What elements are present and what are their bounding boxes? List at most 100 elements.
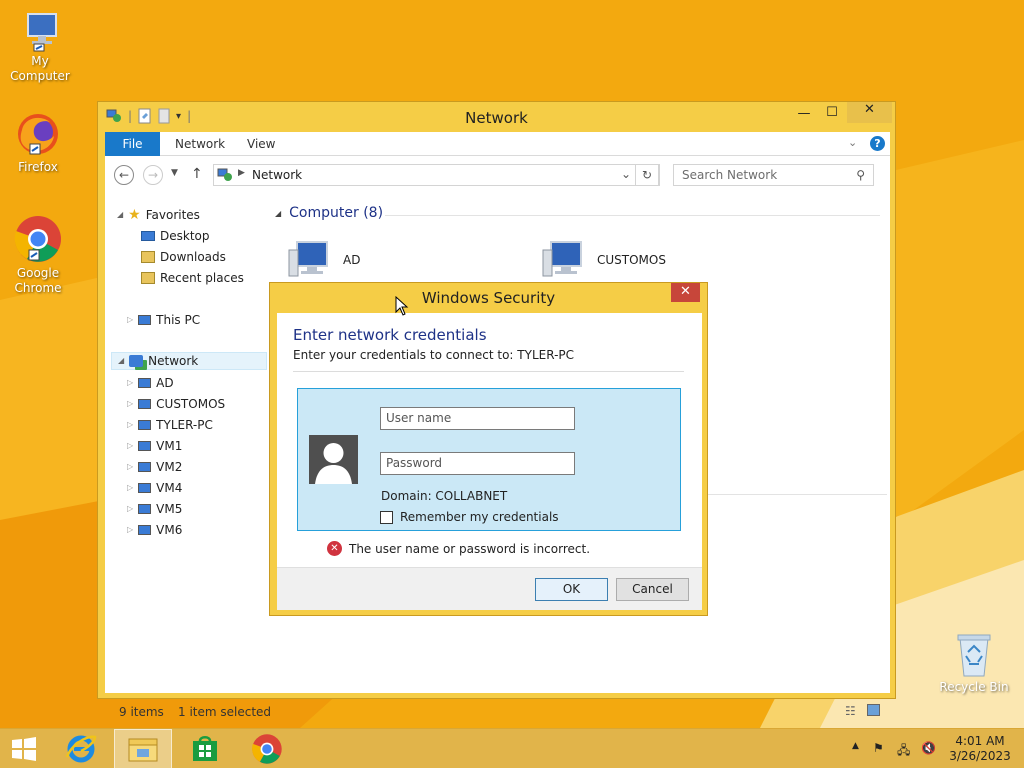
expand-arrow-icon[interactable]: ◢	[117, 206, 123, 224]
show-hidden-icons-icon[interactable]: ▲	[852, 741, 859, 751]
forward-button[interactable]: →	[143, 165, 163, 185]
nav-network[interactable]: ◢ Network	[111, 352, 267, 370]
expand-arrow-icon[interactable]: ▷	[127, 437, 133, 455]
dialog-close-button[interactable]: ✕	[671, 283, 700, 302]
refresh-button[interactable]: ↻	[635, 164, 659, 186]
expand-arrow-icon[interactable]: ▷	[127, 311, 133, 329]
address-dropdown-icon[interactable]: ⌄	[621, 167, 631, 181]
expand-arrow-icon[interactable]: ▷	[127, 521, 133, 539]
collapse-arrow-icon[interactable]: ◢	[275, 209, 281, 218]
breadcrumb-separator-icon: ▶	[238, 168, 245, 178]
ribbon-expand-icon[interactable]: ⌄	[848, 136, 857, 149]
address-row: ← → ▼ ↑ ▶ Network ⌄ ↻ Search Network ⚲	[105, 156, 890, 194]
nav-computer[interactable]: ▷ TYLER-PC	[127, 416, 213, 434]
star-icon: ★	[128, 207, 141, 223]
expand-arrow-icon[interactable]: ▷	[127, 395, 133, 413]
taskbar-chrome[interactable]	[238, 729, 296, 768]
tab-view[interactable]: View	[247, 132, 275, 156]
taskbar-internet-explorer[interactable]	[52, 729, 110, 768]
action-center-flag-icon[interactable]: ⚑	[873, 741, 884, 755]
nav-label: AD	[156, 376, 174, 390]
nav-downloads[interactable]: Downloads	[141, 248, 226, 266]
breadcrumb[interactable]: Network	[252, 168, 302, 182]
error-text: The user name or password is incorrect.	[349, 541, 591, 556]
help-icon[interactable]: ?	[870, 136, 885, 151]
search-input[interactable]: Search Network ⚲	[673, 164, 874, 186]
nav-label: VM6	[156, 523, 183, 537]
content-item[interactable]: AD	[287, 240, 360, 280]
nav-label: Network	[148, 354, 199, 368]
store-icon	[193, 736, 217, 761]
taskbar-store[interactable]	[176, 729, 234, 768]
recycle-bin-icon	[957, 634, 991, 677]
desktop-icon-label: Recycle Bin	[939, 680, 1009, 694]
firefox-icon	[18, 114, 58, 155]
expand-arrow-icon[interactable]: ◢	[118, 352, 124, 370]
cancel-button[interactable]: Cancel	[616, 578, 689, 601]
nav-desktop[interactable]: Desktop	[141, 227, 210, 245]
clock-date: 3/26/2023	[949, 749, 1011, 763]
nav-label: Desktop	[160, 229, 210, 243]
remember-credentials[interactable]: Remember my credentials	[380, 510, 559, 524]
desktop-icon-chrome[interactable]: Google Chrome	[0, 214, 78, 296]
recent-locations-icon[interactable]: ▼	[171, 168, 178, 178]
desktop-icon-recycle-bin[interactable]: Recycle Bin	[934, 632, 1014, 695]
nav-label: This PC	[156, 313, 201, 327]
tab-file[interactable]: File	[105, 132, 160, 156]
dialog-heading: Enter network credentials	[293, 326, 487, 344]
expand-arrow-icon[interactable]: ▷	[127, 479, 133, 497]
computer-icon	[138, 441, 152, 451]
expand-arrow-icon[interactable]: ▷	[127, 458, 133, 476]
nav-label: CUSTOMOS	[156, 397, 226, 411]
nav-computer[interactable]: ▷ VM2	[127, 458, 182, 476]
nav-label: VM5	[156, 502, 183, 516]
network-status-icon[interactable]: 🖧	[897, 741, 910, 762]
dialog-separator	[293, 371, 684, 372]
nav-computer[interactable]: ▷ CUSTOMOS	[127, 395, 225, 413]
username-field[interactable]: User name	[380, 407, 575, 430]
password-placeholder: Password	[386, 456, 443, 470]
desktop-icon-my-computer[interactable]: My Computer	[0, 12, 80, 84]
chrome-icon	[14, 216, 61, 262]
nav-computer[interactable]: ▷ VM1	[127, 437, 182, 455]
search-placeholder: Search Network	[682, 168, 778, 182]
expand-arrow-icon[interactable]: ▷	[127, 416, 133, 434]
mouse-cursor-icon	[395, 296, 409, 316]
password-field[interactable]: Password	[380, 452, 575, 475]
taskbar-file-explorer[interactable]	[114, 729, 172, 768]
maximize-button[interactable]: ☐	[820, 105, 844, 126]
nav-computer[interactable]: ▷ VM4	[127, 479, 182, 497]
window-title: Network	[465, 109, 528, 127]
minimize-button[interactable]: —	[792, 106, 816, 127]
credential-tile[interactable]: User name Password Domain: COLLABNET Rem…	[297, 388, 681, 531]
nav-this-pc[interactable]: ▷ This PC	[127, 311, 200, 329]
remember-checkbox[interactable]	[380, 510, 393, 524]
expand-arrow-icon[interactable]: ▷	[127, 374, 133, 392]
start-button[interactable]	[0, 729, 48, 768]
large-icons-view-icon[interactable]	[867, 704, 880, 716]
content-item[interactable]: CUSTOMOS	[541, 240, 666, 280]
close-button[interactable]: ✕	[847, 102, 892, 123]
nav-computer[interactable]: ▷ VM6	[127, 521, 182, 539]
clock[interactable]: 4:01 AM 3/26/2023	[944, 734, 1016, 764]
group-header-line	[385, 215, 880, 216]
group-header-label: Computer (8)	[289, 205, 384, 221]
computer-icon	[288, 241, 328, 277]
address-bar[interactable]: ▶ Network ⌄	[213, 164, 660, 186]
back-button[interactable]: ←	[114, 165, 134, 185]
group-header[interactable]: ◢ Computer (8)	[275, 205, 383, 221]
expand-arrow-icon[interactable]: ▷	[127, 500, 133, 518]
nav-recent-places[interactable]: Recent places	[141, 269, 244, 287]
desktop-icon-firefox[interactable]: Firefox	[0, 110, 78, 175]
up-icon[interactable]: ↑	[191, 166, 203, 182]
nav-computer[interactable]: ▷ VM5	[127, 500, 182, 518]
search-icon[interactable]: ⚲	[856, 165, 865, 185]
ok-button[interactable]: OK	[535, 578, 608, 601]
nav-computer[interactable]: ▷ AD	[127, 374, 174, 392]
volume-muted-icon[interactable]: 🔇	[921, 741, 936, 755]
nav-favorites[interactable]: ◢ ★ Favorites	[117, 206, 200, 224]
tab-network[interactable]: Network	[175, 132, 225, 156]
computer-icon	[542, 241, 582, 277]
computer-icon	[138, 462, 152, 472]
details-view-icon[interactable]: ☷	[845, 704, 856, 718]
